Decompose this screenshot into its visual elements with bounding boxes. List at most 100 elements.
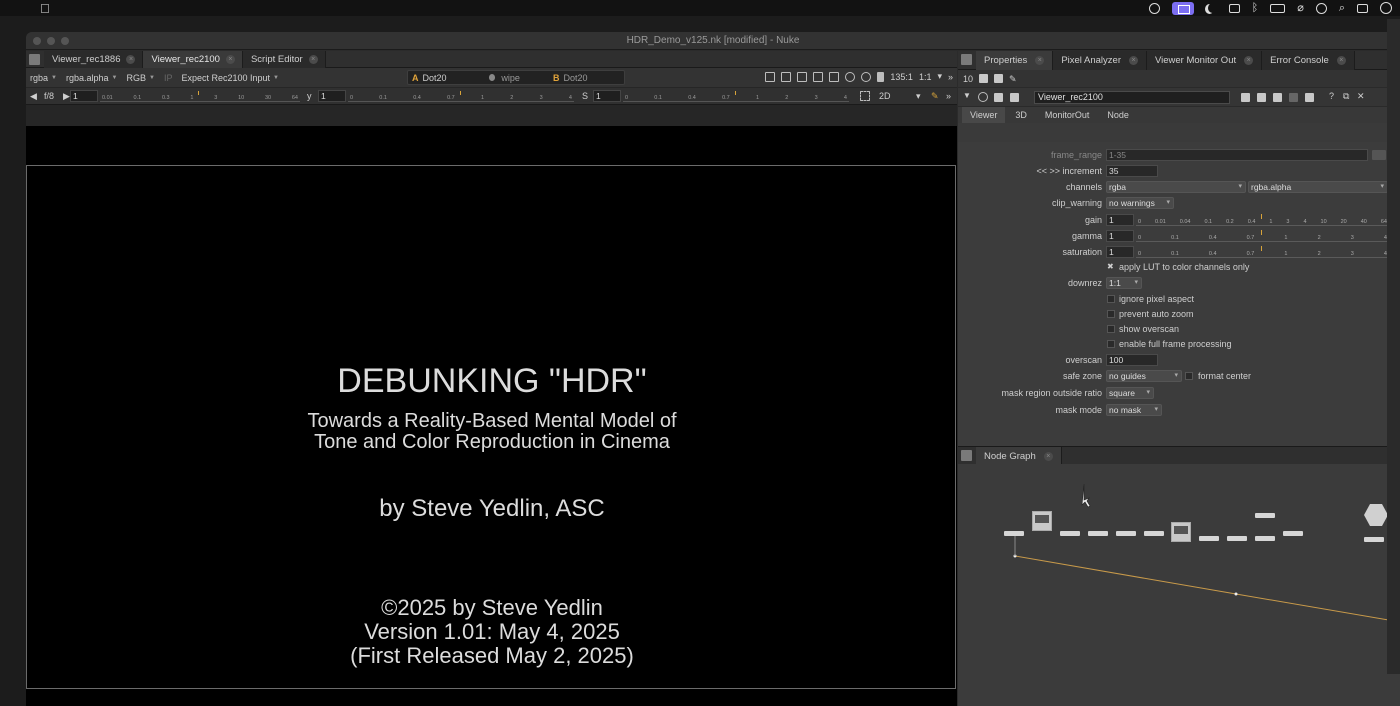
dot-node[interactable] [1227, 536, 1247, 541]
dot-node[interactable] [1364, 537, 1384, 542]
close-tab-icon[interactable]: × [1244, 56, 1254, 65]
format-center-checkbox[interactable] [1185, 372, 1193, 380]
tab-viewer-monitor-out[interactable]: Viewer Monitor Out × [1146, 51, 1263, 70]
dot-node[interactable] [1255, 513, 1275, 518]
mask-region-dropdown[interactable]: square [1106, 387, 1154, 399]
layer-dropdown[interactable]: rgba ▼ [30, 73, 57, 83]
a-input-dropdown[interactable]: Dot20 [423, 73, 483, 83]
viewer-gain-input[interactable]: 1 [70, 90, 98, 102]
close-tab-icon[interactable]: × [1043, 452, 1053, 461]
dot-node[interactable] [1255, 536, 1275, 541]
prev-stop-icon[interactable]: ◀ [30, 91, 37, 102]
screen-share-icon[interactable] [1171, 1, 1194, 15]
b-input-dropdown[interactable]: Dot20 [564, 73, 624, 83]
pane-menu-icon[interactable] [961, 450, 972, 461]
dot-node[interactable] [1283, 531, 1303, 536]
viewer-saturation-input[interactable]: 1 [593, 90, 621, 102]
checked-icon[interactable]: ✖ [1107, 260, 1114, 274]
subtab-3d[interactable]: 3D [1007, 107, 1035, 123]
help-icon[interactable]: ? [1329, 91, 1334, 101]
dot-node[interactable] [1116, 531, 1136, 536]
undo-icon[interactable] [1241, 93, 1250, 102]
dot-node[interactable] [1088, 531, 1108, 536]
monitor-out-icon[interactable] [813, 71, 824, 82]
pane-menu-icon[interactable] [961, 54, 972, 65]
wipe-dot-icon[interactable] [488, 74, 496, 81]
subtab-viewer[interactable]: Viewer [962, 107, 1006, 123]
channel-dropdown[interactable]: rgba.alpha ▼ [66, 73, 118, 83]
gain-slider[interactable]: 0 0.01 0.04 0.1 0.2 0.4 1 3 4 10 20 40 6… [1136, 214, 1388, 226]
collapse-icon[interactable]: ▼ [963, 91, 971, 100]
dot-node[interactable] [1004, 531, 1024, 536]
channels-dropdown[interactable]: rgba [1106, 181, 1246, 193]
zoom-dropdown[interactable]: 1:1 [919, 72, 932, 82]
view-mode-dropdown[interactable]: 2D [879, 91, 891, 101]
search-icon[interactable]: ⌕ [1339, 0, 1345, 16]
full-frame-checkbox[interactable] [1107, 340, 1115, 348]
viewer-node-icon[interactable] [978, 92, 988, 102]
clip-warning-dropdown[interactable]: no warnings [1106, 197, 1174, 209]
input-process-dropdown[interactable]: Expect Rec2100 Input ▼ [181, 73, 279, 83]
refresh-icon[interactable] [845, 71, 856, 82]
tab-viewer-rec1886[interactable]: Viewer_rec1886 × [44, 51, 144, 68]
viewer-canvas[interactable]: DEBUNKING "HDR" Towards a Reality-Based … [26, 126, 957, 706]
prevent-auto-zoom-checkbox[interactable] [1107, 310, 1115, 318]
close-tab-icon[interactable]: × [1336, 56, 1346, 65]
max-panels-field[interactable]: 10 [963, 74, 973, 84]
screen-record-icon[interactable] [1148, 2, 1160, 14]
redo-icon[interactable] [1257, 93, 1266, 102]
safe-zone-dropdown[interactable]: no guides [1106, 370, 1182, 382]
wipe-dropdown[interactable]: wipe [501, 73, 549, 83]
close-tab-icon[interactable]: × [126, 55, 136, 64]
crop-icon[interactable] [860, 91, 870, 101]
float-panel-icon[interactable] [1305, 93, 1314, 102]
gamma-slider[interactable]: 0 0.1 0.4 0.7 1 2 3 4 [1136, 230, 1388, 242]
read-node[interactable] [1171, 522, 1191, 542]
display-dropdown[interactable]: RGB ▼ [126, 73, 154, 83]
frame-range-menu-icon[interactable] [1372, 150, 1386, 160]
clear-panels-icon[interactable] [994, 74, 1004, 83]
dot-node[interactable] [1199, 536, 1219, 541]
frame-field[interactable]: 135:1 [890, 72, 913, 82]
frame-range-input[interactable]: 1-35 [1106, 149, 1368, 161]
read-node[interactable] [1032, 511, 1052, 531]
float-icon[interactable]: ⧉ [1343, 91, 1349, 102]
increment-input[interactable]: 35 [1106, 165, 1158, 177]
bluetooth-icon[interactable]: ᛒ [1252, 0, 1259, 16]
display-icon[interactable] [1228, 3, 1240, 13]
gear-icon[interactable] [861, 71, 872, 82]
paint-icon[interactable]: ✎ [931, 91, 939, 102]
chevron-down-icon[interactable]: ▾ [937, 71, 942, 82]
ignore-pixel-aspect-checkbox[interactable] [1107, 295, 1115, 303]
gamma-input[interactable]: 1 [1106, 230, 1134, 242]
edit-icon[interactable]: ✎ [1009, 74, 1017, 84]
dot-node[interactable] [1144, 531, 1164, 536]
close-icon[interactable]: ✕ [1357, 91, 1365, 102]
lock-icon[interactable] [979, 74, 989, 83]
center-node-icon[interactable] [994, 93, 1003, 102]
roi-icon[interactable] [765, 71, 776, 82]
tab-viewer-rec2100[interactable]: Viewer_rec2100 × [143, 51, 243, 68]
saturation-slider[interactable]: 0 0.1 0.4 0.7 1 2 3 4 [1136, 246, 1388, 258]
battery-icon[interactable] [1270, 3, 1286, 13]
next-stop-icon[interactable]: ▶ [63, 91, 70, 102]
checker-icon[interactable] [797, 71, 808, 82]
dot-node[interactable] [1060, 531, 1080, 536]
viewer-gamma-slider[interactable]: 0 0.1 0.4 0.7 1 2 3 4 [348, 90, 574, 102]
chevron-down-icon[interactable]: ▾ [916, 91, 921, 102]
show-overscan-checkbox[interactable] [1107, 325, 1115, 333]
gain-input[interactable]: 1 [1106, 214, 1134, 226]
wifi-off-icon[interactable]: ⌀ [1297, 0, 1304, 16]
viewer-gamma-input[interactable]: 1 [318, 90, 346, 102]
moon-icon[interactable] [1206, 3, 1217, 14]
close-tab-icon[interactable]: × [225, 55, 235, 64]
tab-error-console[interactable]: Error Console × [1262, 51, 1355, 70]
revert-icon[interactable] [1273, 93, 1282, 102]
node-name-field[interactable]: Viewer_rec2100 [1034, 91, 1230, 104]
tab-pixel-analyzer[interactable]: Pixel Analyzer × [1053, 51, 1147, 70]
downrez-dropdown[interactable]: 1:1 [1106, 277, 1142, 289]
close-tab-icon[interactable]: × [308, 55, 318, 64]
close-tab-icon[interactable]: × [1128, 56, 1138, 65]
saturation-input[interactable]: 1 [1106, 246, 1134, 258]
user-icon[interactable] [1315, 2, 1327, 14]
